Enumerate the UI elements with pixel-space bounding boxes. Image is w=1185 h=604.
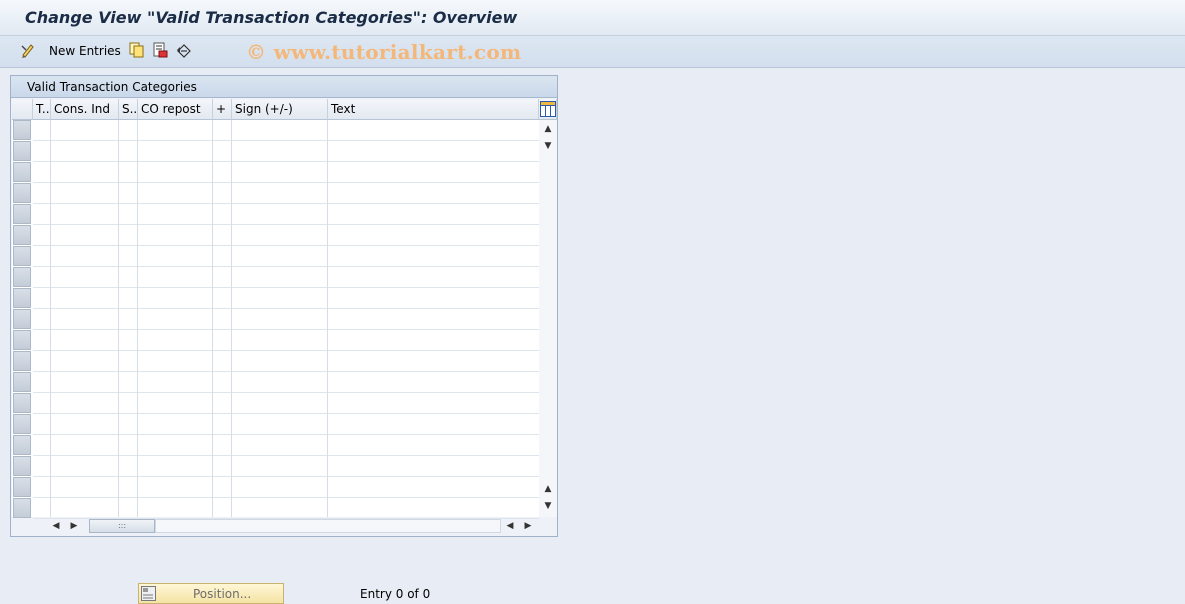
scroll-right-icon[interactable]: ▶ — [521, 517, 535, 535]
scroll-page-up-icon[interactable]: ▲ — [539, 121, 557, 137]
scroll-right-icon[interactable]: ▶ — [67, 517, 81, 535]
row-selector[interactable] — [13, 393, 31, 413]
row-selector[interactable] — [13, 288, 31, 308]
row-selector[interactable] — [13, 141, 31, 161]
table-panel: Valid Transaction Categories T.. Cons. I… — [10, 75, 558, 537]
table-row[interactable] — [33, 435, 539, 456]
column-header-co-repost[interactable]: CO repost — [138, 99, 213, 120]
row-selector[interactable] — [13, 162, 31, 182]
vertical-scrollbar[interactable]: ▲ ▼ ▲ ▼ — [539, 120, 557, 517]
row-selector[interactable] — [13, 225, 31, 245]
row-selector[interactable] — [13, 477, 31, 497]
table-row[interactable] — [33, 162, 539, 183]
table-row[interactable] — [33, 267, 539, 288]
column-divider — [118, 120, 119, 517]
display-change-icon[interactable] — [20, 42, 36, 58]
row-selector[interactable] — [13, 372, 31, 392]
row-selector[interactable] — [13, 267, 31, 287]
scroll-left-icon[interactable]: ◀ — [49, 517, 63, 535]
table-title: Valid Transaction Categories — [27, 80, 197, 94]
row-selector[interactable] — [13, 498, 31, 518]
table-row[interactable] — [33, 120, 539, 141]
table-row[interactable] — [33, 456, 539, 477]
table-row[interactable] — [33, 225, 539, 246]
position-button-label: Position... — [193, 587, 252, 601]
application-toolbar: New Entries © www.tutorialkart.com — [0, 36, 1185, 68]
column-divider — [137, 120, 138, 517]
column-header-text[interactable]: Text — [328, 99, 539, 120]
column-divider — [231, 120, 232, 517]
row-selector[interactable] — [13, 246, 31, 266]
table-row[interactable] — [33, 414, 539, 435]
table-row[interactable] — [33, 393, 539, 414]
undo-icon[interactable] — [176, 42, 192, 58]
row-selector[interactable] — [13, 309, 31, 329]
row-selector[interactable] — [13, 435, 31, 455]
position-icon — [141, 586, 156, 601]
table-row[interactable] — [33, 351, 539, 372]
column-header-plus[interactable]: + — [213, 99, 232, 120]
watermark: © www.tutorialkart.com — [246, 40, 522, 64]
column-divider — [327, 120, 328, 517]
table-row[interactable] — [33, 183, 539, 204]
table-row[interactable] — [33, 141, 539, 162]
delete-icon[interactable] — [152, 42, 168, 58]
scroll-left-icon[interactable]: ◀ — [503, 517, 517, 535]
table-row[interactable] — [33, 309, 539, 330]
select-all-header[interactable] — [12, 99, 33, 120]
page-title: Change View "Valid Transaction Categorie… — [25, 8, 518, 27]
position-button[interactable]: Position... — [138, 583, 284, 604]
column-divider — [212, 120, 213, 517]
row-selector[interactable] — [13, 204, 31, 224]
table-title-bar: Valid Transaction Categories — [11, 76, 557, 98]
column-settings-icon[interactable] — [540, 101, 556, 117]
row-selector[interactable] — [13, 456, 31, 476]
row-selector[interactable] — [13, 183, 31, 203]
copy-icon[interactable] — [129, 42, 145, 58]
table-row[interactable] — [33, 477, 539, 498]
scroll-thumb[interactable]: ::: — [89, 519, 155, 533]
row-selector[interactable] — [13, 414, 31, 434]
row-selector[interactable] — [13, 351, 31, 371]
table-row[interactable] — [33, 498, 539, 519]
scroll-track[interactable] — [155, 519, 501, 533]
table-row[interactable] — [33, 204, 539, 225]
title-bar: Change View "Valid Transaction Categorie… — [0, 0, 1185, 36]
table-row[interactable] — [33, 330, 539, 351]
column-header-sign[interactable]: Sign (+/-) — [232, 99, 328, 120]
horizontal-scrollbar[interactable]: ◀ ▶ ::: ◀ ▶ — [47, 517, 537, 535]
table-row[interactable] — [33, 246, 539, 267]
data-table: T.. Cons. Ind S.. CO repost + Sign (+/-)… — [12, 99, 557, 519]
scroll-down-icon[interactable]: ▼ — [539, 138, 557, 154]
table-row[interactable] — [33, 372, 539, 393]
column-divider — [50, 120, 51, 517]
scroll-up-icon[interactable]: ▲ — [539, 481, 557, 497]
column-header-cons-ind[interactable]: Cons. Ind — [51, 99, 119, 120]
row-selector[interactable] — [13, 120, 31, 140]
scroll-page-down-icon[interactable]: ▼ — [539, 498, 557, 514]
new-entries-button[interactable]: New Entries — [49, 44, 121, 58]
entry-counter: Entry 0 of 0 — [360, 587, 431, 601]
column-header-s[interactable]: S.. — [119, 99, 138, 120]
table-row[interactable] — [33, 288, 539, 309]
column-header-t[interactable]: T.. — [33, 99, 51, 120]
row-selector[interactable] — [13, 330, 31, 350]
